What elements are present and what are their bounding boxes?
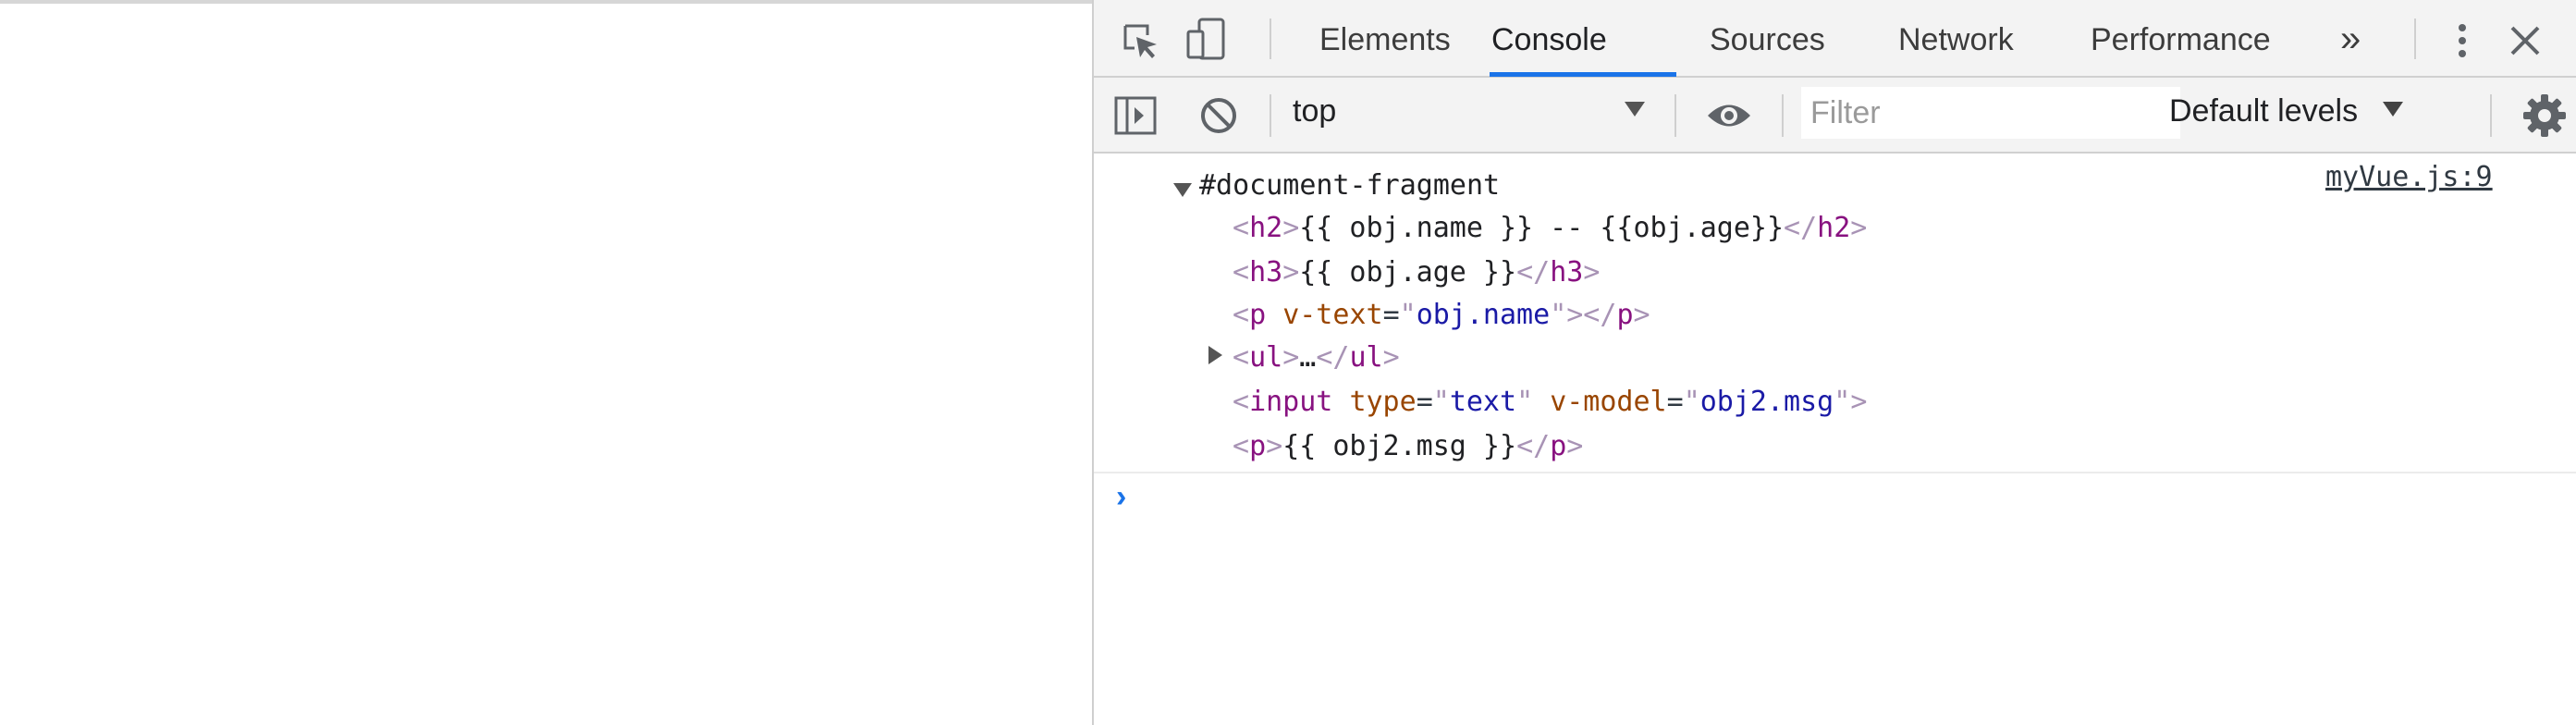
tab-sources[interactable]: Sources — [1710, 0, 1825, 76]
filter-input[interactable] — [1801, 87, 2180, 139]
dom-node-p-msg[interactable]: <p>{{ obj2.msg }}</p> — [1233, 425, 1583, 468]
expand-triangle-icon[interactable] — [1173, 183, 1192, 197]
tab-elements[interactable]: Elements — [1319, 0, 1451, 76]
tab-console[interactable]: Console — [1491, 0, 1607, 76]
dom-node-p-vtext[interactable]: <p v-text="obj.name"></p> — [1233, 294, 1650, 337]
console-toolbar: top Default levels — [1094, 78, 2576, 154]
collapse-triangle-icon[interactable] — [1208, 346, 1222, 364]
sidebar-toggle-icon[interactable] — [1112, 92, 1159, 139]
dom-node-h3[interactable]: <h3>{{ obj.age }}</h3> — [1233, 252, 1600, 294]
chevron-down-icon[interactable] — [1625, 102, 1645, 117]
dom-node-h2[interactable]: <h2>{{ obj.name }} -- {{obj.age}}</h2> — [1233, 207, 1867, 250]
more-tabs-button[interactable]: » — [2340, 0, 2361, 76]
active-tab-indicator — [1490, 72, 1676, 77]
devtools-panel: Elements Console Sources Network Perform… — [1092, 0, 2576, 725]
device-toggle-icon[interactable] — [1184, 17, 1231, 63]
gear-icon[interactable] — [2521, 92, 2568, 139]
toolbar-divider — [2414, 18, 2416, 59]
toolbar-divider — [1674, 94, 1676, 137]
log-levels-dropdown[interactable]: Default levels — [2169, 93, 2358, 129]
toolbar-divider — [1270, 94, 1271, 137]
context-selector[interactable]: top — [1293, 93, 1336, 129]
tab-network[interactable]: Network — [1898, 0, 2014, 76]
toolbar-divider — [1782, 94, 1784, 137]
dom-node-input[interactable]: <input type="text" v-model="obj2.msg"> — [1233, 381, 1867, 424]
tab-performance[interactable]: Performance — [2091, 0, 2271, 76]
close-icon[interactable] — [2505, 20, 2545, 61]
dom-node-ul[interactable]: <ul>…</ul> — [1233, 337, 1400, 379]
toolbar-divider — [1270, 18, 1271, 59]
console-prompt[interactable]: › — [1116, 479, 1126, 515]
document-fragment-node[interactable]: #document-fragment — [1199, 165, 1500, 207]
inspect-icon[interactable] — [1118, 18, 1162, 63]
source-link[interactable]: myVue.js:9 — [2325, 161, 2493, 193]
inspected-page — [0, 4, 1092, 725]
clear-console-icon[interactable] — [1197, 94, 1240, 137]
devtools-tab-bar: Elements Console Sources Network Perform… — [1094, 0, 2576, 78]
kebab-menu-icon[interactable] — [2444, 18, 2481, 63]
toolbar-divider — [2490, 94, 2492, 137]
chevron-down-icon[interactable] — [2383, 102, 2403, 117]
eye-icon[interactable] — [1704, 94, 1754, 137]
message-divider — [1094, 472, 2576, 473]
